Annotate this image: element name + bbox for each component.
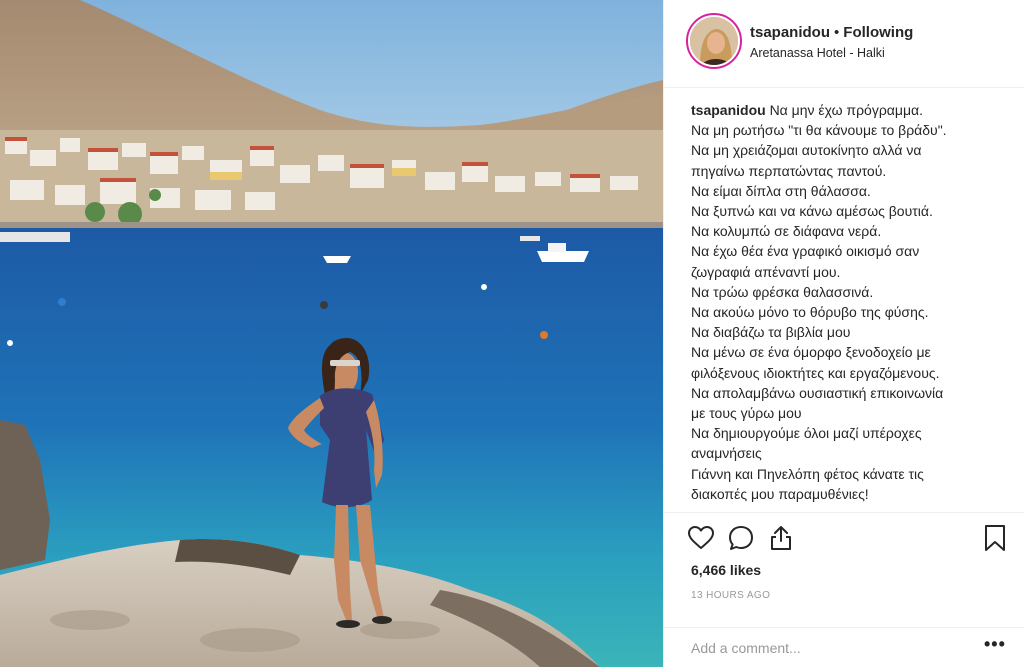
comment-bubble-icon[interactable] <box>726 523 756 553</box>
post-header: tsapanidou • Following Aretanassa Hotel - … <box>664 0 1024 88</box>
caption-line: Να έχω θέα ένα γραφικό οικισμό σαν <box>691 243 920 260</box>
header-username[interactable]: tsapanidou <box>750 24 830 41</box>
instagram-post: tsapanidou • Following Aretanassa Hotel - … <box>0 0 1024 667</box>
heart-icon[interactable] <box>686 523 716 553</box>
caption-line: πηγαίνω περπατώντας παντού. <box>691 162 887 179</box>
header-user-line: tsapanidou • Following <box>750 24 913 41</box>
caption-line: Να ακούω μόνο το θόρυβο της φύσης. <box>691 304 929 321</box>
caption-username[interactable]: tsapanidou <box>691 102 766 118</box>
bookmark-icon[interactable] <box>980 523 1010 553</box>
follow-status[interactable]: Following <box>843 24 913 41</box>
caption-line: ζωγραφιά απέναντί μου. <box>691 263 841 280</box>
caption-line: Να τρώω φρέσκα θαλασσινά. <box>691 283 874 300</box>
avatar-image <box>690 17 738 65</box>
caption-line: Γιάννη και Πηνελόπη φέτος κάνατε τις <box>691 465 924 482</box>
more-options-button[interactable]: ••• <box>984 634 1006 655</box>
comment-section: ••• <box>664 627 1024 667</box>
comment-input[interactable] <box>691 637 961 659</box>
photo-scene <box>0 0 663 667</box>
post-caption: tsapanidou Να μην έχω πρόγραμμα. Να μη ρ… <box>691 100 1011 512</box>
caption-line: διακοπές μου παραμυθένιες! <box>691 485 869 502</box>
caption-line-0: tsapanidou Να μην έχω πρόγραμμα. <box>691 100 1011 120</box>
caption-line: φιλόξενους ιδιοκτήτες και εργαζόμενους. <box>691 364 940 381</box>
post-photo[interactable] <box>0 0 663 667</box>
caption-line: αναμνήσεις <box>691 445 762 462</box>
likes-count[interactable]: 6,466 likes <box>691 562 761 578</box>
avatar[interactable] <box>686 13 742 69</box>
share-icon[interactable] <box>766 523 796 553</box>
post-timestamp: 13 HOURS AGO <box>691 590 771 601</box>
caption-line: με τους γύρω μου <box>691 405 802 422</box>
caption-line: Να κολυμπώ σε διάφανα νερά. <box>691 223 882 240</box>
caption-line: Να διαβάζω τα βιβλία μου <box>691 324 851 341</box>
caption-line: Να μη ρωτήσω "τι θα κάνουμε το βράδυ". <box>691 122 947 139</box>
location-link[interactable]: Aretanassa Hotel - Halki <box>750 46 885 60</box>
caption-line: Να μη χρειάζομαι αυτοκίνητο αλλά να <box>691 142 922 159</box>
post-details-panel: tsapanidou • Following Aretanassa Hotel - … <box>663 0 1024 667</box>
caption-line: Να είμαι δίπλα στη θάλασσα. <box>691 182 871 199</box>
caption-line: Να δημιουργούμε όλοι μαζί υπέροχες <box>691 425 922 442</box>
caption-text: Να μην έχω πρόγραμμα. <box>769 102 924 118</box>
header-separator: • <box>834 24 840 41</box>
caption-line: Να απολαμβάνω ουσιαστική επικοινωνία <box>691 384 944 401</box>
caption-line: Να μένω σε ένα όμορφο ξενοδοχείο με <box>691 344 931 361</box>
post-actions: 6,466 likes 13 HOURS AGO ••• <box>664 512 1024 667</box>
caption-line: Να ξυπνώ και να κάνω αμέσως βουτιά. <box>691 203 933 220</box>
